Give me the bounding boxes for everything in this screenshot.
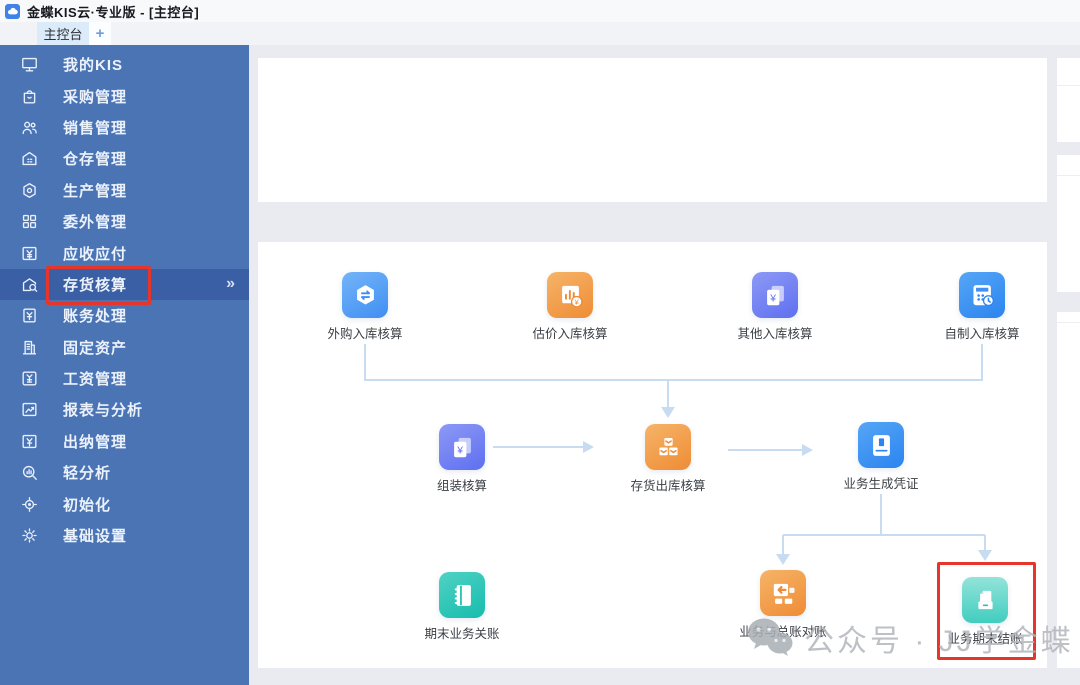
- yen-box-icon: [20, 244, 39, 263]
- svg-text:¥: ¥: [574, 297, 579, 306]
- flow-node-business-ledger-reconciliation[interactable]: 业务与总账对账: [728, 570, 838, 640]
- flow-node-label: 自制入库核算: [944, 327, 1020, 341]
- add-tab-button[interactable]: +: [89, 22, 111, 45]
- title-bar: 金蝶KIS云·专业版 - [主控台]: [0, 0, 1080, 22]
- flow-node-business-generate-voucher[interactable]: 业务生成凭证: [826, 422, 936, 492]
- sidebar-item-label: 仓存管理: [63, 151, 128, 169]
- sidebar-item-warehouse-management[interactable]: 仓存管理: [0, 143, 249, 174]
- notebook-icon: [439, 572, 485, 618]
- grid-icon: [20, 212, 39, 231]
- sidebar-item-reports-analysis[interactable]: 报表与分析: [0, 394, 249, 425]
- sidebar-item-label: 轻分析: [63, 465, 112, 483]
- hexagon-dot-icon: [20, 181, 39, 200]
- flow-node-inventory-outbound-accounting[interactable]: 存货出库核算: [613, 424, 723, 494]
- flow-node-other-inbound-accounting[interactable]: ¥ 其他入库核算: [720, 272, 830, 342]
- window-title: 金蝶KIS云·专业版 - [主控台]: [27, 4, 200, 20]
- sidebar-item-label: 我的KIS: [63, 57, 124, 75]
- sidebar-item-payroll-management[interactable]: 工资管理: [0, 363, 249, 394]
- sidebar-item-basic-settings[interactable]: 基础设置: [0, 520, 249, 551]
- flow-node-label: 组装核算: [436, 479, 487, 493]
- plus-icon: +: [95, 25, 105, 42]
- divider: [1057, 85, 1080, 86]
- flow-node-label: 业务与总账对账: [739, 625, 827, 639]
- flow-node-label: 估价入库核算: [532, 327, 608, 341]
- tab-bar: 主控台 +: [0, 22, 1080, 45]
- pages-yen-icon: ¥: [752, 272, 798, 318]
- gear-icon: [20, 526, 39, 545]
- sidebar-item-outsourcing-management[interactable]: 委外管理: [0, 206, 249, 237]
- grid-arrow-icon: [760, 570, 806, 616]
- target-icon: [20, 495, 39, 514]
- flowchart-panel: 外购入库核算 ¥ 估价入库核算 ¥ 其他入库核算 自制入库核算 ¥ 组装核算 存货出库核算 业务生…: [258, 242, 1047, 668]
- sidebar-item-production-management[interactable]: 生产管理: [0, 175, 249, 206]
- sidebar-item-inventory-accounting[interactable]: 存货核算 »: [0, 268, 249, 301]
- pages-yen-icon: ¥: [439, 424, 485, 470]
- sidebar-menu: 我的KIS 采购管理销售管理仓存管理生产管理委外管理应收应付存货核算 » 账务处理固定…: [0, 45, 249, 685]
- sidebar-item-label: 固定资产: [63, 339, 128, 357]
- flow-node-label: 存货出库核算: [630, 479, 706, 493]
- building-icon: [20, 338, 39, 357]
- ledger-yen-icon: [20, 306, 39, 325]
- right-edge-panel: [1057, 58, 1080, 668]
- sidebar-item-receivable-payable[interactable]: 应收应付: [0, 237, 249, 268]
- top-content-panel: [258, 58, 1047, 202]
- printer-icon: [858, 422, 904, 468]
- sidebar-item-fixed-assets[interactable]: 固定资产: [0, 332, 249, 363]
- flow-node-label: 业务期末结账: [947, 632, 1023, 646]
- sidebar-item-accounting-processing[interactable]: 账务处理: [0, 300, 249, 331]
- sidebar-item-label: 基础设置: [63, 528, 128, 546]
- hexagon-arrows-icon: [342, 272, 388, 318]
- divider: [1057, 322, 1080, 323]
- calculator-clock-icon: [959, 272, 1005, 318]
- sidebar-item-sales-management[interactable]: 销售管理: [0, 112, 249, 143]
- payroll-icon: [20, 369, 39, 388]
- sidebar-item-label: 采购管理: [63, 88, 128, 106]
- app-window: 金蝶KIS云·专业版 - [主控台] 主控台 + 我的KIS 采购管理销售管理仓存…: [0, 0, 1080, 685]
- flow-node-period-end-business-close[interactable]: 期末业务关账: [407, 572, 517, 642]
- cashier-yen-icon: [20, 432, 39, 451]
- flow-node-purchase-inbound-accounting[interactable]: 外购入库核算: [310, 272, 420, 342]
- svg-text:¥: ¥: [456, 445, 463, 456]
- sidebar-item-label: 委外管理: [63, 214, 128, 232]
- flow-node-label: 期末业务关账: [424, 627, 500, 641]
- chart-coin-icon: ¥: [547, 272, 593, 318]
- chart-line-icon: [20, 400, 39, 419]
- monitor-icon: [20, 55, 39, 74]
- people-icon: [20, 118, 39, 137]
- sidebar-item-label: 销售管理: [63, 119, 128, 137]
- sidebar-item-label: 初始化: [63, 496, 112, 514]
- sidebar-item-cashier-management[interactable]: 出纳管理: [0, 426, 249, 457]
- divider: [1057, 175, 1080, 176]
- sidebar-item-light-analysis[interactable]: 轻分析: [0, 457, 249, 488]
- sidebar-item-label: 存货核算: [63, 276, 128, 294]
- house-search-icon: [20, 275, 39, 294]
- sidebar-item-label: 生产管理: [63, 182, 128, 200]
- flow-node-business-period-end-closing[interactable]: 业务期末结账: [930, 577, 1040, 647]
- flow-node-assembly-accounting[interactable]: ¥ 组装核算: [407, 424, 517, 494]
- panel-gap: [1057, 292, 1080, 312]
- flow-node-valuation-inbound-accounting[interactable]: ¥ 估价入库核算: [515, 272, 625, 342]
- sidebar-item-label: 工资管理: [63, 371, 128, 389]
- warehouse-icon: [20, 149, 39, 168]
- flow-node-self-made-inbound-accounting[interactable]: 自制入库核算: [927, 272, 1037, 342]
- svg-text:¥: ¥: [769, 293, 776, 304]
- panel-gap: [1057, 142, 1080, 155]
- sidebar-item-label: 账务处理: [63, 308, 128, 326]
- sidebar-item-purchase-management[interactable]: 采购管理: [0, 80, 249, 111]
- magnifier-chart-icon: [20, 463, 39, 482]
- flow-node-label: 外购入库核算: [327, 327, 403, 341]
- flow-node-label: 业务生成凭证: [843, 477, 919, 491]
- tab-main-console[interactable]: 主控台: [37, 22, 89, 45]
- document-tray-icon: [962, 577, 1008, 623]
- app-logo-cloud-icon: [5, 3, 20, 19]
- boxes-icon: [645, 424, 691, 470]
- expand-chevron-icon[interactable]: »: [226, 275, 235, 293]
- sidebar-item-my-kis[interactable]: 我的KIS: [0, 49, 249, 80]
- sidebar-item-initialization[interactable]: 初始化: [0, 488, 249, 519]
- flow-node-label: 其他入库核算: [737, 327, 813, 341]
- sidebar-item-label: 应收应付: [63, 245, 128, 263]
- shopping-bag-icon: [20, 87, 39, 106]
- sidebar-item-label: 出纳管理: [63, 433, 128, 451]
- sidebar-item-label: 报表与分析: [63, 402, 144, 420]
